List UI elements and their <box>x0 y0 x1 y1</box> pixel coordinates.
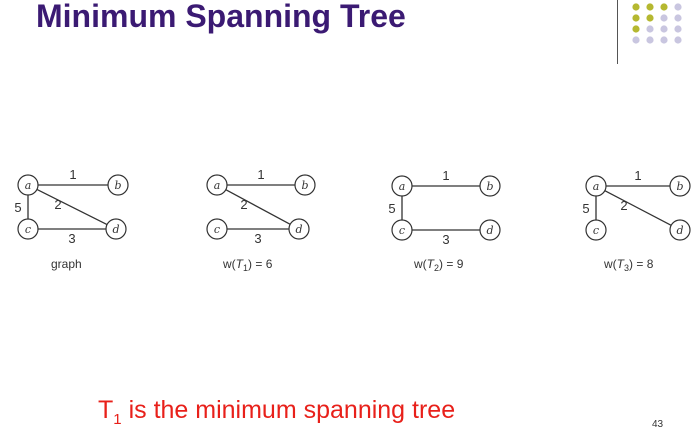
slide-title: Minimum Spanning Tree <box>36 0 406 34</box>
graph-label: w(T3) = 8 <box>603 257 654 273</box>
node-label: d <box>112 223 119 236</box>
decorative-dot-grid <box>632 3 682 44</box>
edge-a-d <box>604 190 672 226</box>
page-number: 43 <box>652 419 664 430</box>
node-label: c <box>25 223 31 236</box>
decor-dot <box>646 3 654 11</box>
edge-weight: 2 <box>54 197 61 212</box>
edge-weight: 2 <box>620 198 627 213</box>
title-divider <box>617 0 618 64</box>
edge-a-d <box>36 188 108 226</box>
node-label: d <box>486 224 493 237</box>
edge-weight: 3 <box>254 231 261 246</box>
node-label: a <box>399 180 406 193</box>
decor-dot <box>674 36 682 44</box>
decor-dot <box>632 25 640 33</box>
edge-weight: 3 <box>68 231 75 246</box>
edge-weight: 1 <box>634 168 641 183</box>
node-label: d <box>676 224 683 237</box>
edge-weight: 2 <box>240 197 247 212</box>
edge-a-d <box>225 189 291 225</box>
decor-dot <box>660 36 668 44</box>
node-label: b <box>114 179 121 192</box>
caption-subscript: 1 <box>113 411 122 428</box>
decor-dot <box>660 25 668 33</box>
edge-weight: 5 <box>388 201 395 216</box>
decor-dot <box>660 3 668 11</box>
node-label: a <box>25 179 32 192</box>
graph-tree-t1: 12 3 a b c d w(T1) = 6 <box>206 167 316 273</box>
decor-dot <box>674 25 682 33</box>
decor-dot <box>660 14 668 22</box>
node-label: a <box>214 179 221 192</box>
decor-dot <box>646 25 654 33</box>
slide-caption: T1 is the minimum spanning tree <box>98 396 455 428</box>
graph-label: w(T2) = 9 <box>413 257 464 273</box>
decor-dot <box>632 36 640 44</box>
decor-dot <box>632 14 640 22</box>
edge-weight: 3 <box>442 232 449 247</box>
node-label: c <box>593 224 599 237</box>
node-label: b <box>676 180 683 193</box>
edge-weight: 1 <box>257 167 264 182</box>
caption-text: is the minimum spanning tree <box>121 396 456 424</box>
node-label: b <box>486 180 493 193</box>
graph-label: w(T1) = 6 <box>222 257 273 273</box>
decor-dot <box>674 14 682 22</box>
graph-label: graph <box>51 257 82 271</box>
graph-original: 1 5 2 3 a b c d graph <box>14 167 129 271</box>
node-label: c <box>399 224 405 237</box>
edge-weight: 1 <box>442 168 449 183</box>
edge-weight: 5 <box>582 201 589 216</box>
graph-tree-t2: 1 5 3 a b c d w(T2) = 9 <box>388 168 501 273</box>
node-label: c <box>214 223 220 236</box>
spanning-tree-diagram: 15 23a bc dgraph 123a bc dw(T1) = 6 153a bc dw(… <box>14 167 691 273</box>
decor-dot <box>646 14 654 22</box>
decor-dot <box>674 3 682 11</box>
edge-weight: 5 <box>14 200 21 215</box>
edge-weight: 1 <box>69 167 76 182</box>
decor-dot <box>646 36 654 44</box>
node-label: b <box>301 179 308 192</box>
decor-dot <box>632 3 640 11</box>
caption-t: T <box>98 396 114 424</box>
node-label: a <box>593 180 600 193</box>
graph-tree-t3: 1 5 2 a b c d w(T3) = 8 <box>582 168 691 273</box>
node-label: d <box>295 223 302 236</box>
